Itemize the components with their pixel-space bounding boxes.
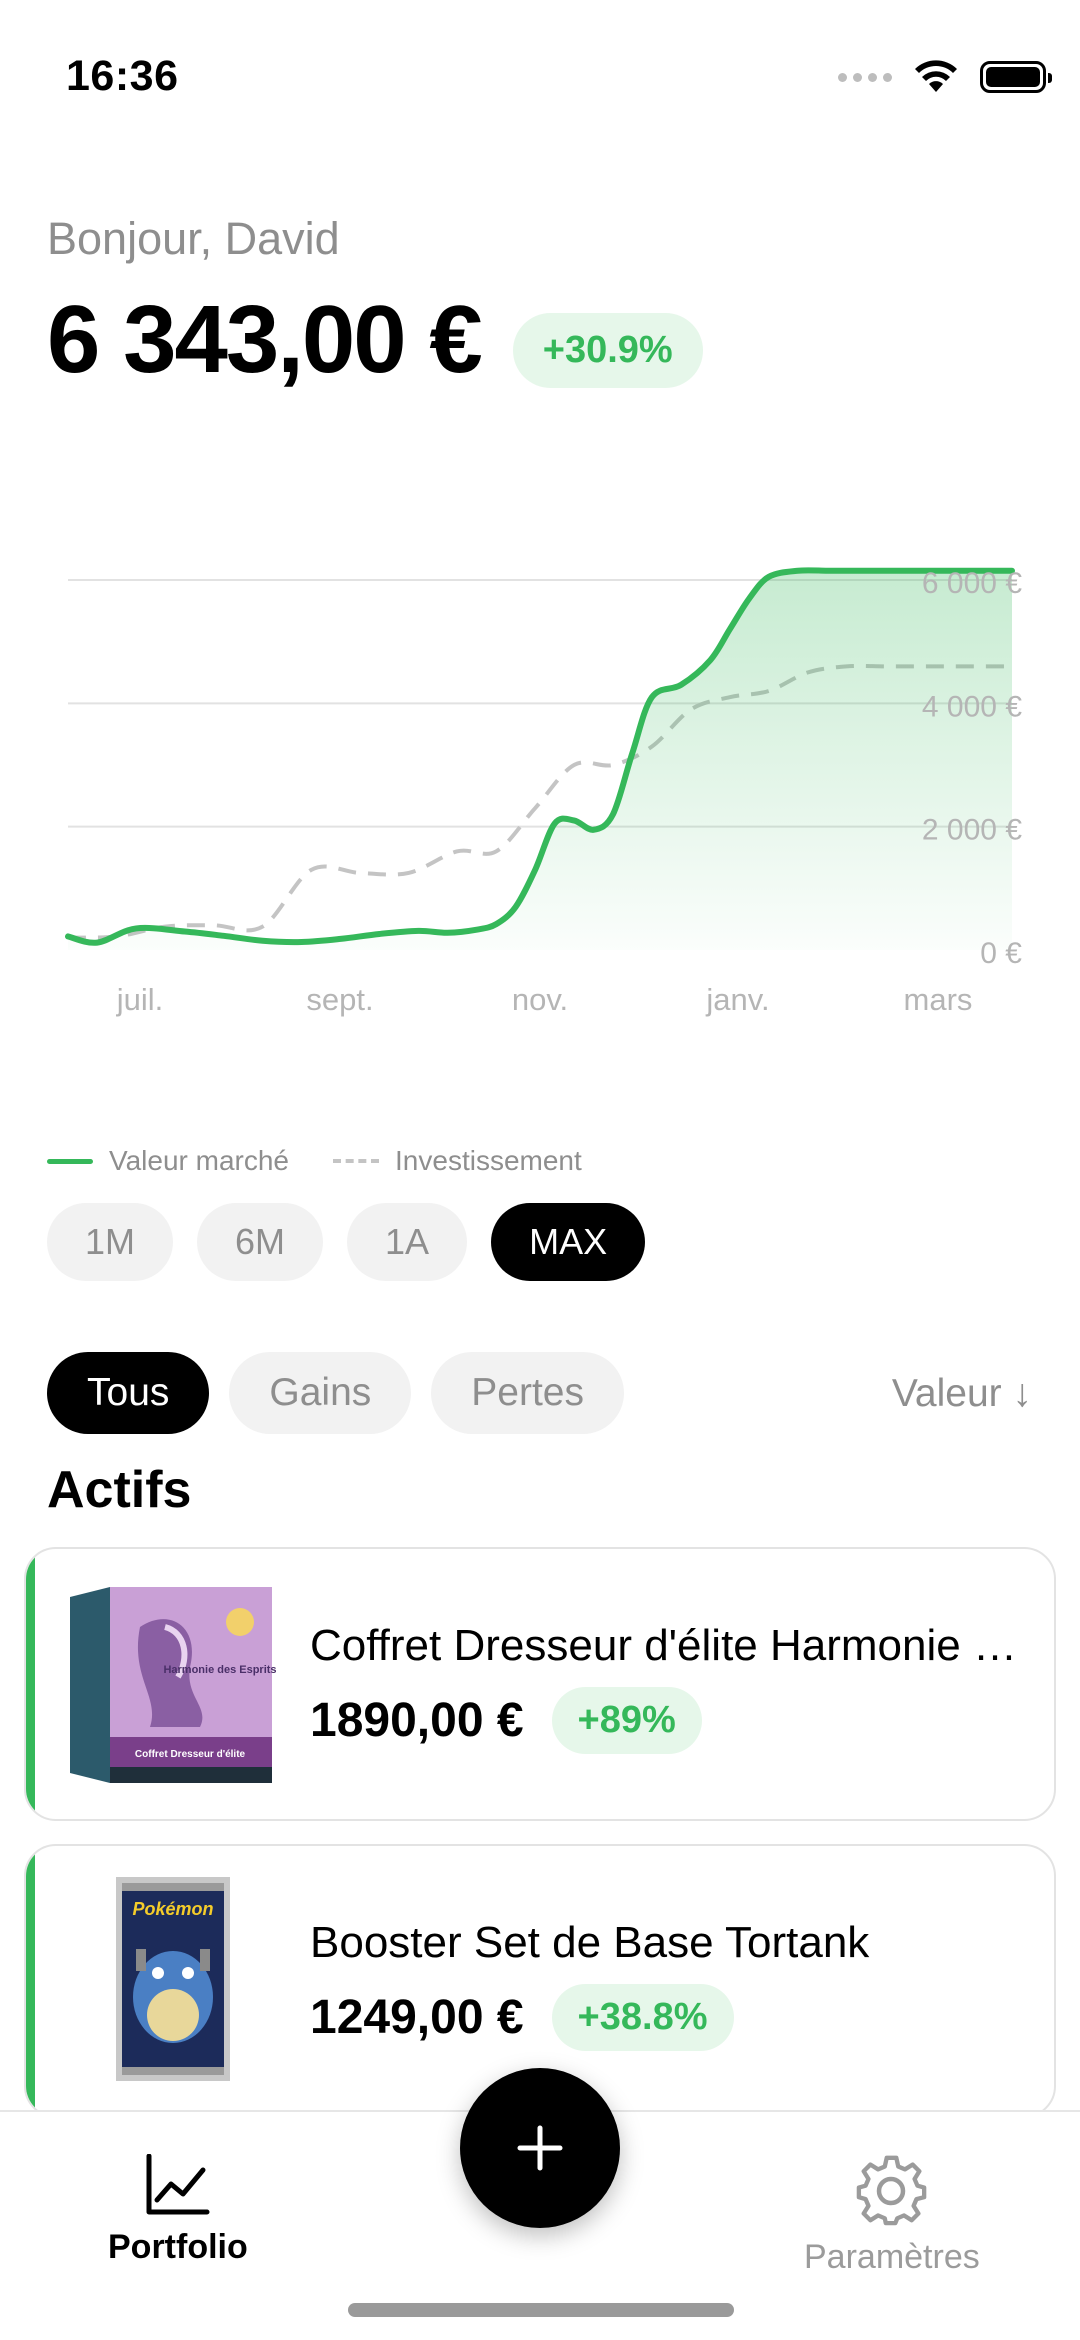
legend-market-label: Valeur marché (109, 1145, 290, 1176)
chart-x-tick-label: janv. (705, 982, 769, 1017)
asset-name: Booster Set de Base Tortank (310, 1918, 870, 1967)
tab-portfolio-label: Portfolio (108, 2228, 248, 2266)
chart-x-tick-label: mars (904, 982, 973, 1017)
period-6m-button[interactable]: 6M (197, 1203, 324, 1281)
assets-title: Actifs (47, 1461, 192, 1519)
gear-icon (856, 2155, 927, 2226)
portfolio-total-row: 6 343,00 € +30.9% (47, 285, 703, 395)
chart-x-tick-label: sept. (306, 982, 373, 1017)
asset-price: 1249,00 € (310, 1991, 524, 2044)
status-icons (838, 60, 1052, 94)
product-image-title: Pokémon (132, 1899, 213, 1919)
legend-invest-label: Investissement (395, 1145, 582, 1176)
battery-icon (980, 61, 1052, 93)
home-indicator (348, 2303, 734, 2317)
filter-all-button[interactable]: Tous (47, 1352, 210, 1434)
portfolio-total-value: 6 343,00 € (47, 286, 483, 393)
asset-change-badge: +89% (551, 1687, 702, 1754)
asset-price: 1890,00 € (310, 1694, 524, 1747)
asset-filters: Tous Gains Pertes (47, 1352, 624, 1434)
product-image-caption: Coffret Dresseur d'élite (135, 1749, 246, 1760)
period-1m-button[interactable]: 1M (47, 1203, 174, 1281)
chart-legend: Valeur marché Investissement (47, 1145, 582, 1177)
plus-icon (517, 2125, 563, 2171)
product-image: Pokémon (70, 1877, 276, 2081)
period-1a-button[interactable]: 1A (347, 1203, 468, 1281)
wifi-icon (915, 60, 957, 92)
product-image-subtitle: Harmonie des Esprits (163, 1664, 276, 1676)
tab-settings[interactable]: Paramètres (804, 2154, 980, 2277)
product-image: Harmonie des Esprits Coffret Dresseur d'… (70, 1587, 276, 1783)
status-bar: 16:36 (0, 0, 1080, 150)
legend-market-swatch (47, 1158, 93, 1164)
chart-y-tick-label: 6 000 € (922, 567, 1022, 600)
chart-line-icon (146, 2154, 210, 2215)
gain-accent (26, 1846, 35, 2116)
asset-value-row: 1249,00 € +38.8% (310, 1984, 734, 2051)
chart-x-tick-label: juil. (116, 982, 164, 1017)
chart-y-tick-label: 0 € (980, 937, 1022, 970)
portfolio-change-badge: +30.9% (512, 312, 703, 388)
asset-change-badge: +38.8% (551, 1984, 734, 2051)
legend-invest-swatch (333, 1159, 380, 1163)
asset-card[interactable]: Harmonie des Esprits Coffret Dresseur d'… (24, 1547, 1056, 1821)
series-valeur-marche-area (68, 570, 1012, 950)
add-asset-button[interactable] (460, 2068, 620, 2228)
asset-name: Coffret Dresseur d'élite Harmonie des Es… (310, 1621, 1040, 1670)
period-selector: 1M 6M 1A MAX (47, 1203, 646, 1281)
chart-y-tick-label: 2 000 € (922, 814, 1022, 847)
gain-accent (26, 1549, 35, 1819)
filter-losses-button[interactable]: Pertes (431, 1352, 624, 1434)
sort-button[interactable]: Valeur ↓ (892, 1372, 1032, 1416)
chart-x-tick-label: nov. (512, 982, 568, 1017)
tab-portfolio[interactable]: Portfolio (108, 2154, 248, 2267)
signal-icon (838, 72, 892, 82)
portfolio-chart[interactable]: 0 € 2 000 € 4 000 € 6 000 € juil. sept. nov. ja… (0, 520, 1080, 1040)
asset-value-row: 1890,00 € +89% (310, 1687, 702, 1754)
greeting: Bonjour, David (47, 213, 340, 264)
chart-y-tick-label: 4 000 € (922, 690, 1022, 723)
filter-gains-button[interactable]: Gains (229, 1352, 412, 1434)
period-max-button[interactable]: MAX (491, 1203, 646, 1281)
tab-settings-label: Paramètres (804, 2238, 980, 2276)
status-time: 16:36 (66, 52, 179, 100)
